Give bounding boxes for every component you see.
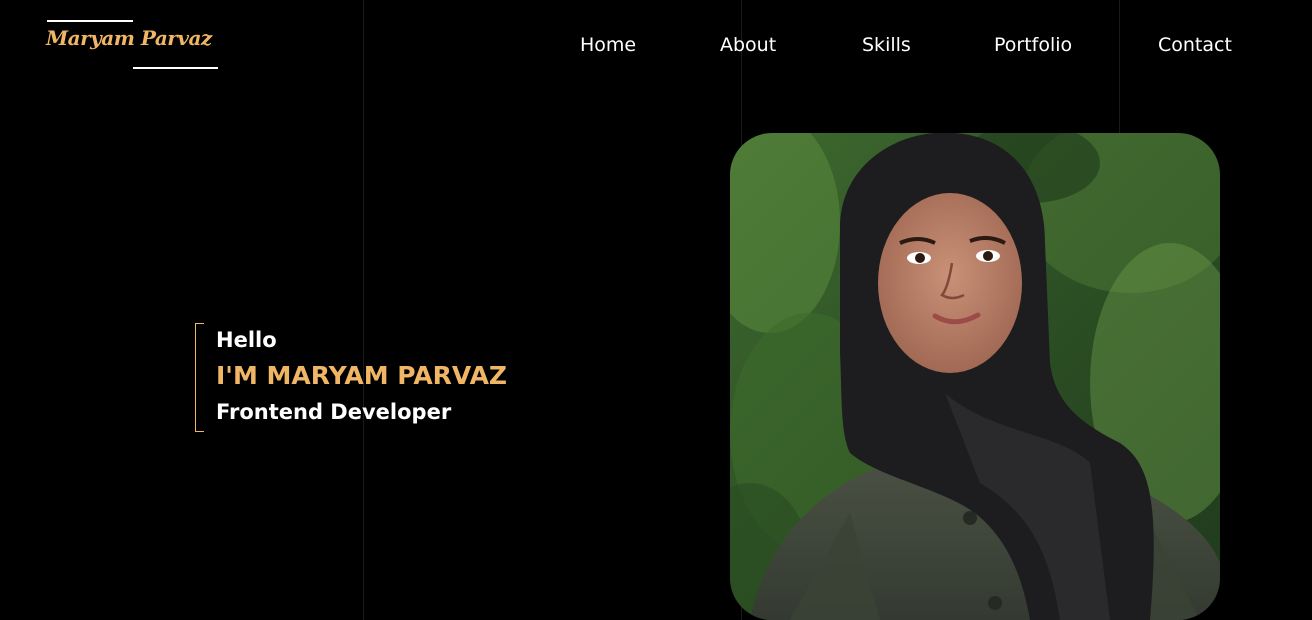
bracket-tick	[196, 323, 204, 324]
nav-link-about[interactable]: About	[720, 34, 776, 56]
nav-link-skills[interactable]: Skills	[862, 34, 911, 56]
hero-role: Frontend Developer	[216, 400, 452, 424]
grid-line	[363, 0, 364, 620]
logo-decoration-line	[133, 67, 218, 69]
logo-text: Maryam Parvaz	[46, 26, 212, 50]
nav-link-portfolio[interactable]: Portfolio	[994, 34, 1072, 56]
hero-greeting: Hello	[216, 328, 277, 352]
bracket-tick	[196, 431, 204, 432]
hero-name: I'M MARYAM PARVAZ	[216, 361, 508, 390]
logo-link[interactable]: Maryam Parvaz	[46, 20, 218, 70]
nav-link-home[interactable]: Home	[580, 34, 636, 56]
profile-photo	[730, 133, 1220, 620]
logo-decoration-line	[47, 20, 133, 22]
nav-link-contact[interactable]: Contact	[1158, 34, 1232, 56]
hero-intro: Hello I'M MARYAM PARVAZ Frontend Develop…	[195, 323, 526, 432]
